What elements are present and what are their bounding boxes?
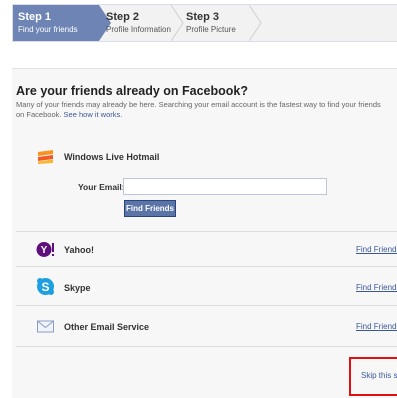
skype-service-label: Skype (64, 283, 91, 293)
yahoo-service-label: Yahoo! (64, 245, 95, 255)
hotmail-icon (37, 148, 54, 165)
other-email-service-label: Other Email Service (64, 322, 150, 332)
envelope-icon (36, 317, 55, 336)
svg-text:Y: Y (41, 245, 48, 256)
page-description: Many of your friends may already be here… (16, 100, 388, 120)
step-1-label: Find your friends (18, 25, 78, 34)
divider (16, 305, 397, 306)
divider (16, 266, 397, 267)
skype-find-friends-link[interactable]: Find Friends (356, 283, 397, 292)
svg-text:S: S (41, 280, 49, 294)
step-1-find-friends[interactable]: Step 1 Find your friends (13, 5, 99, 41)
skype-icon: S (36, 277, 55, 296)
page-title: Are your friends already on Facebook? (16, 84, 249, 98)
step-3-label: Profile Picture (186, 25, 236, 34)
signup-steps-bar: Step 1 Find your friends Step 2 Profile … (12, 4, 397, 42)
step-2-label: Profile Information (106, 25, 171, 34)
step-2-profile-information[interactable]: Step 2 Profile Information (106, 5, 176, 41)
yahoo-icon: Y (36, 240, 55, 259)
step-3-number: Step 3 (186, 11, 220, 23)
email-field[interactable] (123, 178, 327, 195)
step-arrow-icon (171, 5, 185, 41)
step-1-number: Step 1 (18, 11, 52, 23)
how-it-works-link[interactable]: See how it works. (64, 110, 123, 119)
find-friends-button[interactable]: Find Friends (124, 200, 176, 217)
step-2-number: Step 2 (106, 11, 140, 23)
other-email-find-friends-link[interactable]: Find Friends (356, 322, 397, 331)
step-3-profile-picture[interactable]: Step 3 Profile Picture (186, 5, 256, 41)
step-arrow-icon (249, 5, 263, 41)
yahoo-find-friends-link[interactable]: Find Friends (356, 245, 397, 254)
divider (16, 346, 397, 347)
skip-highlight-box: Skip this step (349, 357, 397, 396)
hotmail-service-label: Windows Live Hotmail (64, 152, 160, 162)
email-field-label: Your Email: (78, 182, 125, 192)
skip-step-link[interactable]: Skip this step (361, 371, 397, 380)
divider (16, 231, 397, 232)
